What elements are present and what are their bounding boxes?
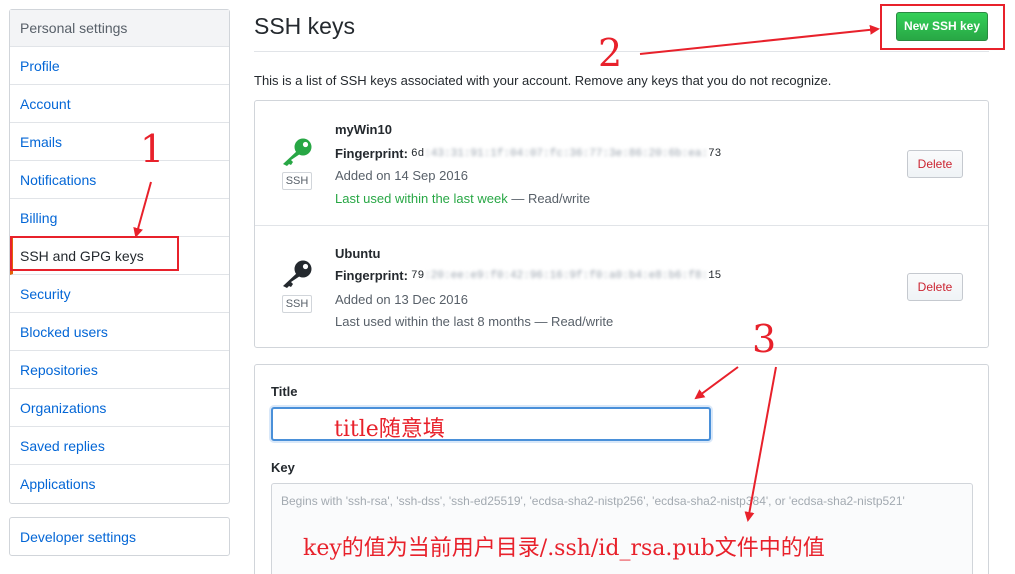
annotation-number-2: 2 — [598, 31, 623, 75]
ssh-badge: SSH — [282, 295, 312, 313]
sidebar-item-saved-replies[interactable]: Saved replies — [10, 427, 229, 465]
sidebar-item-emails[interactable]: Emails — [10, 123, 229, 161]
sidebar-item-organizations[interactable]: Organizations — [10, 389, 229, 427]
sidebar-item-blocked-users[interactable]: Blocked users — [10, 313, 229, 351]
sidebar-item-billing[interactable]: Billing — [10, 199, 229, 237]
key-icon — [283, 138, 312, 166]
ssh-key-row: SSH Ubuntu Fingerprint: 79:20:ee:e9:f0:4… — [255, 225, 988, 348]
sidebar-item-security[interactable]: Security — [10, 275, 229, 313]
ssh-badge: SSH — [282, 172, 312, 190]
sidebar-header: Personal settings — [10, 10, 229, 47]
key-last-used-suffix: — Read/write — [507, 191, 591, 206]
page-title: SSH keys — [254, 13, 355, 39]
key-last-used-recent: Last used within the last week — [335, 191, 508, 206]
sidebar-item-notifications[interactable]: Notifications — [10, 161, 229, 199]
key-last-used: Last used within the last 8 months — Rea… — [335, 314, 613, 329]
fingerprint-label: Fingerprint: — [335, 268, 408, 283]
ssh-key-row: SSH myWin10 Fingerprint: 6d:43:31:91:1f:… — [255, 101, 988, 224]
sidebar-item-account[interactable]: Account — [10, 85, 229, 123]
key-name: myWin10 — [335, 122, 392, 137]
fingerprint-label: Fingerprint: — [335, 146, 408, 161]
delete-key-button[interactable]: Delete — [907, 150, 963, 178]
delete-key-button[interactable]: Delete — [907, 273, 963, 301]
key-added-date: Added on 13 Dec 2016 — [335, 292, 468, 307]
annotation-highlight-ssh-gpg — [10, 236, 179, 271]
key-label: Key — [271, 460, 295, 475]
fingerprint-end: 15 — [708, 270, 722, 282]
key-name: Ubuntu — [335, 246, 381, 261]
sidebar-item-profile[interactable]: Profile — [10, 47, 229, 85]
key-added-date: Added on 14 Sep 2016 — [335, 168, 469, 183]
fingerprint-start: 6d — [411, 148, 425, 160]
key-last-used-suffix: Last used within the last 8 months — Rea… — [335, 314, 614, 329]
key-icon — [283, 260, 312, 288]
sidebar-item-repositories[interactable]: Repositories — [10, 351, 229, 389]
fingerprint-value: 79:20:ee:e9:f0:42:96:16:9f:f0:a0:b4:e8:b… — [411, 270, 721, 282]
key-last-used: Last used within the last week — Read/wr… — [335, 191, 590, 206]
sidebar-item-applications[interactable]: Applications — [10, 465, 229, 503]
annotation-highlight-new-key — [880, 4, 1005, 50]
annotation-number-3: 3 — [752, 317, 777, 361]
sidebar-item-developer-settings[interactable]: Developer settings — [10, 518, 229, 556]
annotation-number-1: 1 — [140, 127, 165, 171]
fingerprint-blurred: :20:ee:e9:f0:42:96:16:9f:f0:a0:b4:e8:b6:… — [424, 270, 709, 282]
annotation-title-note: title随意填 — [334, 417, 445, 442]
developer-sidebar: Developer settings — [9, 517, 230, 556]
fingerprint-blurred: :43:31:91:1f:04:07:fc:36:77:3e:86:20:6b:… — [424, 148, 709, 160]
fingerprint-end: 73 — [708, 148, 722, 160]
page-description: This is a list of SSH keys associated wi… — [254, 73, 832, 88]
fingerprint-value: 6d:43:31:91:1f:04:07:fc:36:77:3e:86:20:6… — [411, 148, 721, 160]
annotation-key-note: key的值为当前用户目录/.ssh/id_rsa.pub文件中的值 — [303, 536, 825, 561]
ssh-key-list: SSH myWin10 Fingerprint: 6d:43:31:91:1f:… — [254, 100, 989, 348]
fingerprint-start: 79 — [411, 270, 425, 282]
title-label: Title — [271, 384, 298, 399]
